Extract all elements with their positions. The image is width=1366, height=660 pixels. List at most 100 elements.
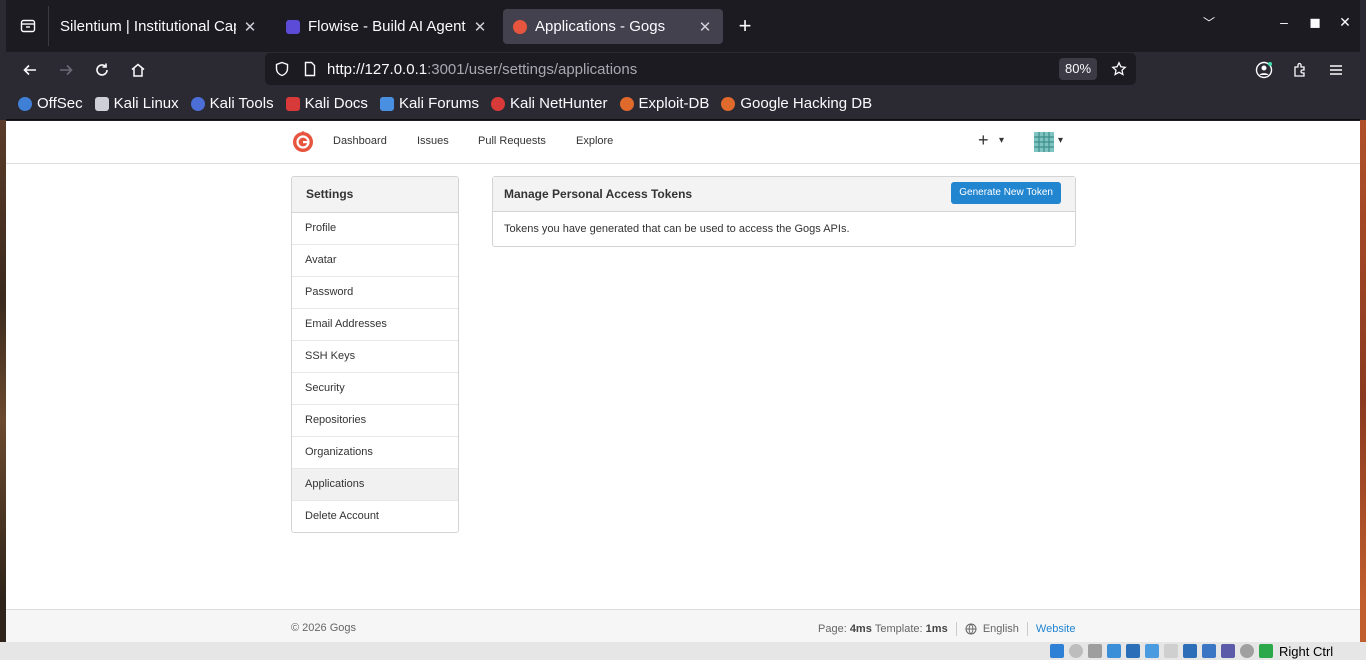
- kali-forums-icon: [379, 96, 394, 111]
- vm-status-icons: [1050, 644, 1278, 658]
- kali-dragon-icon: [94, 96, 109, 111]
- footer-right: Page: 4ms Template: 1ms English Website: [818, 622, 1075, 636]
- sidebar-item-organizations[interactable]: Organizations: [292, 437, 458, 469]
- close-tab-icon[interactable]: ✕: [242, 18, 258, 36]
- page-footer: © 2026 Gogs Page: 4ms Template: 1ms Engl…: [6, 609, 1360, 643]
- back-button[interactable]: [17, 57, 43, 83]
- sidebar-item-profile[interactable]: Profile: [292, 213, 458, 245]
- url-text[interactable]: http://127.0.0.1:3001/user/settings/appl…: [327, 61, 637, 78]
- bookmark-kali-forums[interactable]: Kali Forums: [379, 95, 479, 112]
- bookmark-label: Google Hacking DB: [740, 95, 873, 112]
- shared-folder-icon[interactable]: [1164, 644, 1178, 658]
- app-menu-button[interactable]: [1323, 57, 1349, 83]
- sidebar-item-repositories[interactable]: Repositories: [292, 405, 458, 437]
- sidebar-item-avatar[interactable]: Avatar: [292, 245, 458, 277]
- hamburger-icon: [1330, 65, 1342, 75]
- flowise-favicon-icon: [286, 19, 300, 34]
- minimize-icon[interactable]: –: [1272, 14, 1296, 30]
- tab-separator: [48, 6, 49, 46]
- reload-icon: [96, 63, 108, 76]
- keyboard-capture-icon[interactable]: [1259, 644, 1273, 658]
- page-time: 4ms: [849, 623, 872, 635]
- bookmark-exploit-db[interactable]: Exploit-DB: [619, 95, 709, 112]
- bookmark-offsec[interactable]: OffSec: [18, 95, 83, 112]
- network-icon[interactable]: [1126, 644, 1140, 658]
- page-time-label: Page:: [818, 623, 847, 635]
- sidebar-item-security[interactable]: Security: [292, 373, 458, 405]
- forward-arrow-icon: [60, 64, 73, 76]
- usb-icon[interactable]: [1145, 644, 1159, 658]
- panel-title: Manage Personal Access Tokens: [504, 187, 693, 201]
- bookmark-label: Kali NetHunter: [509, 95, 608, 112]
- chevron-down-icon[interactable]: ▾: [1058, 135, 1063, 146]
- tab-flowise[interactable]: Flowise - Build AI Agents, ✕: [276, 9, 498, 44]
- gogs-logo-icon[interactable]: [292, 131, 314, 153]
- reload-button[interactable]: [89, 57, 115, 83]
- offsec-icon: [18, 96, 32, 111]
- tab-gogs-applications[interactable]: Applications - Gogs ✕: [503, 9, 723, 44]
- list-all-tabs-icon[interactable]: ﹀: [1197, 14, 1221, 31]
- bookmark-google-hacking-db[interactable]: Google Hacking DB: [721, 95, 872, 112]
- tab-title: Silentium | Institutional Capit: [60, 18, 236, 35]
- template-time: 1ms: [925, 623, 948, 635]
- tab-title: Flowise - Build AI Agents,: [308, 18, 466, 35]
- zoom-level-button[interactable]: 80%: [1059, 58, 1097, 80]
- gogs-header: Dashboard Issues Pull Requests Explore +…: [6, 121, 1360, 164]
- sidebar-item-ssh-keys[interactable]: SSH Keys: [292, 341, 458, 373]
- url-host: http://127.0.0.1: [327, 61, 428, 78]
- account-button[interactable]: [1251, 57, 1277, 83]
- extensions-button[interactable]: [1287, 57, 1313, 83]
- close-window-icon[interactable]: ✕: [1333, 14, 1357, 31]
- nav-issues[interactable]: Issues: [417, 135, 449, 147]
- chevron-down-icon[interactable]: ▾: [999, 135, 1004, 146]
- audio-icon[interactable]: [1107, 644, 1121, 658]
- forward-button[interactable]: [53, 57, 79, 83]
- navigation-bar: http://127.0.0.1:3001/user/settings/appl…: [6, 52, 1360, 88]
- mouse-integration-icon[interactable]: [1240, 644, 1254, 658]
- bookmark-label: Kali Linux: [113, 95, 179, 112]
- bookmark-kali-tools[interactable]: Kali Tools: [190, 95, 274, 112]
- hard-disk-icon[interactable]: [1050, 644, 1064, 658]
- url-path: :3001/user/settings/applications: [427, 61, 638, 78]
- sidebar-item-applications[interactable]: Applications: [292, 469, 458, 501]
- tab-list-button[interactable]: [14, 12, 42, 40]
- home-button[interactable]: [125, 57, 151, 83]
- nav-dashboard[interactable]: Dashboard: [333, 135, 387, 147]
- bookmark-label: OffSec: [37, 95, 83, 112]
- generate-new-token-button[interactable]: Generate New Token: [951, 182, 1061, 204]
- nav-pull-requests[interactable]: Pull Requests: [478, 135, 546, 147]
- sidebar-item-email-addresses[interactable]: Email Addresses: [292, 309, 458, 341]
- display-icon[interactable]: [1183, 644, 1197, 658]
- recording-icon[interactable]: [1202, 644, 1216, 658]
- user-avatar[interactable]: [1034, 132, 1054, 152]
- cpu-icon[interactable]: [1221, 644, 1235, 658]
- bookmark-kali-nethunter[interactable]: Kali NetHunter: [490, 95, 608, 112]
- bookmark-kali-docs[interactable]: Kali Docs: [285, 95, 368, 112]
- bookmark-star-icon[interactable]: [1111, 61, 1127, 77]
- sidebar-item-delete-account[interactable]: Delete Account: [292, 501, 458, 532]
- sidebar-item-password[interactable]: Password: [292, 277, 458, 309]
- kali-nethunter-icon: [490, 96, 505, 111]
- copyright: © 2026 Gogs: [291, 622, 356, 634]
- bookmark-kali-linux[interactable]: Kali Linux: [94, 95, 179, 112]
- tab-silentium[interactable]: Silentium | Institutional Capit ✕: [50, 9, 268, 44]
- create-new-button[interactable]: +: [978, 130, 989, 151]
- language-selector[interactable]: English: [983, 623, 1019, 635]
- puzzle-icon: [1294, 62, 1305, 77]
- desktop-right-edge: [1360, 0, 1366, 660]
- website-link[interactable]: Website: [1036, 623, 1076, 635]
- bookmarks-toolbar: OffSec Kali Linux Kali Tools Kali Docs K…: [6, 88, 1360, 120]
- url-bar[interactable]: http://127.0.0.1:3001/user/settings/appl…: [265, 53, 1136, 85]
- close-tab-icon[interactable]: ✕: [697, 18, 713, 36]
- optical-drive-icon[interactable]: [1069, 644, 1083, 658]
- tab-strip: Silentium | Institutional Capit ✕ Flowis…: [6, 0, 1360, 52]
- nav-explore[interactable]: Explore: [576, 135, 613, 147]
- maximize-icon[interactable]: ◼: [1303, 14, 1327, 31]
- shield-icon[interactable]: [274, 61, 290, 77]
- page-icon[interactable]: [302, 61, 318, 77]
- close-tab-icon[interactable]: ✕: [472, 18, 488, 36]
- panel-header: Manage Personal Access Tokens Generate N…: [493, 177, 1075, 212]
- new-tab-button[interactable]: +: [732, 14, 758, 40]
- floppy-icon[interactable]: [1088, 644, 1102, 658]
- bookmark-label: Kali Docs: [304, 95, 368, 112]
